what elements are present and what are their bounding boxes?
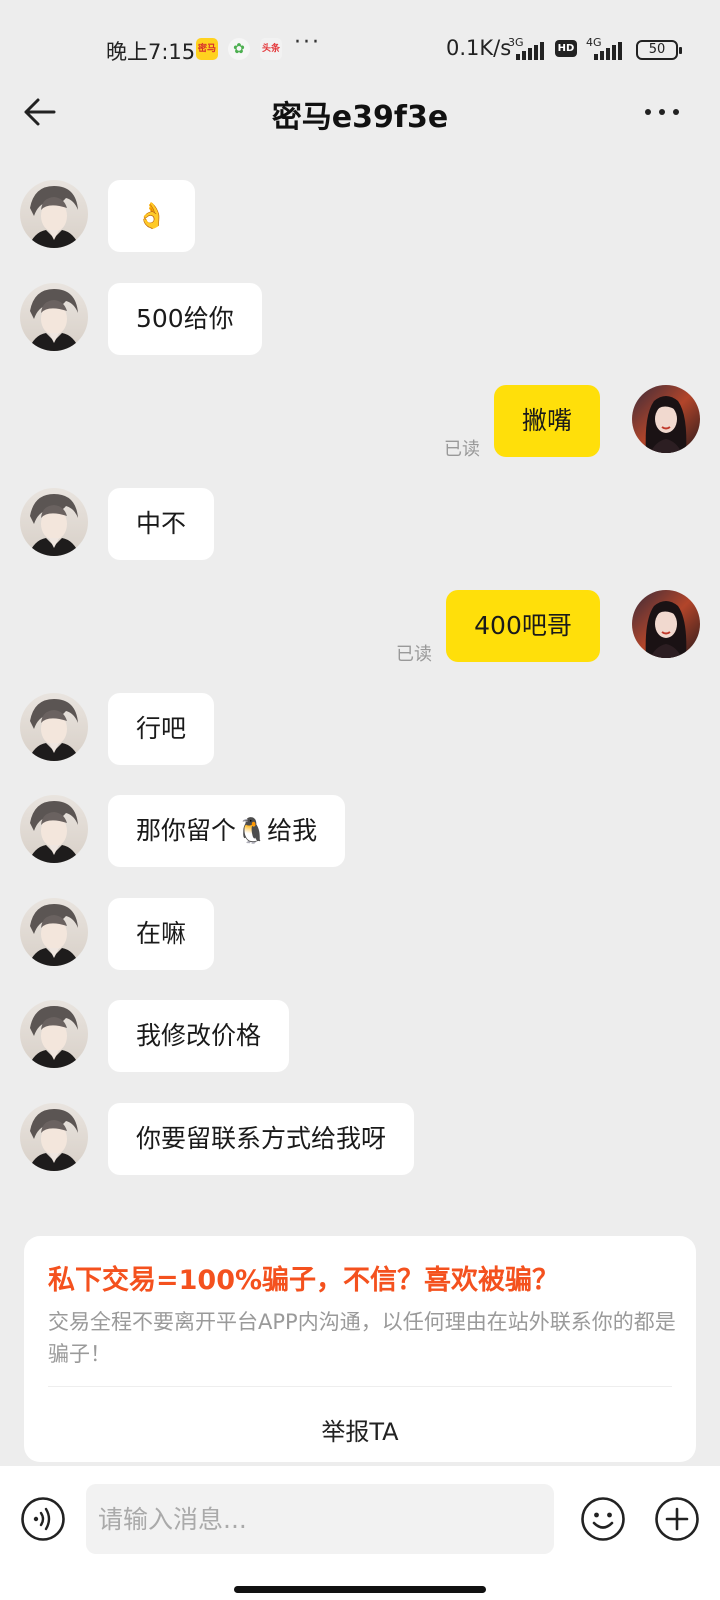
contact-avatar[interactable] [20,693,88,761]
contact-avatar[interactable] [20,898,88,966]
read-receipt: 已读 [396,644,432,665]
message-row: 在嘛 [0,898,720,978]
report-button[interactable]: 举报TA [24,1412,696,1447]
warning-text: 交易全程不要离开平台APP内沟通，以任何理由在站外联系你的都是骗子！ [48,1310,676,1366]
warning-title: 私下交易=100%骗子，不信？喜欢被骗？ [48,1265,560,1296]
contact-avatar[interactable] [20,795,88,863]
message-row: 我修改价格 [0,1000,720,1080]
message-row: 400吧哥 已读 [0,590,720,670]
toutiao-app-notification-icon: 头条 [260,38,282,60]
contact-avatar[interactable] [20,180,88,248]
contact-avatar[interactable] [20,1103,88,1171]
more-notifications-icon: ··· [294,30,321,55]
message-row: 撇嘴 已读 [0,385,720,465]
message-row: 你要留联系方式给我呀 [0,1103,720,1183]
sent-message-bubble[interactable]: 400吧哥 [446,590,600,662]
hd-voice-icon: HD [555,40,577,57]
contact-avatar[interactable] [20,283,88,351]
message-row: 👌 [0,180,720,260]
network-speed: 0.1K/s [446,36,512,60]
home-indicator[interactable] [234,1586,486,1593]
status-time: 晚上7:15 [106,40,196,64]
my-avatar[interactable] [632,590,700,658]
contact-avatar[interactable] [20,1000,88,1068]
message-row: 500给你 [0,283,720,363]
received-message-bubble[interactable]: 你要留联系方式给我呀 [108,1103,415,1175]
mima-app-notification-icon: 密马 [196,38,218,60]
message-input[interactable] [86,1484,554,1554]
my-avatar[interactable] [632,385,700,453]
divider [48,1386,672,1387]
contact-avatar[interactable] [20,488,88,556]
sent-message-bubble[interactable]: 撇嘴 [494,385,600,457]
battery-icon: 50 [636,40,682,60]
plus-icon[interactable] [654,1496,700,1542]
signal-strength-icon [594,42,622,60]
voice-icon[interactable] [20,1496,66,1542]
message-row: 中不 [0,488,720,568]
signal-strength-icon [516,42,544,60]
received-message-bubble[interactable]: 我修改价格 [108,1000,290,1072]
green-app-notification-icon: ✿ [228,38,250,60]
message-row: 行吧 [0,693,720,773]
input-bar [0,1466,720,1600]
emoji-icon[interactable] [580,1496,626,1542]
more-dots-icon[interactable] [642,94,682,130]
received-message-bubble[interactable]: 行吧 [108,693,215,765]
read-receipt: 已读 [444,439,480,460]
anti-fraud-warning-card: 私下交易=100%骗子，不信？喜欢被骗？ 交易全程不要离开平台APP内沟通，以任… [24,1236,696,1462]
received-message-bubble[interactable]: 在嘛 [108,898,215,970]
page-title: 密马e39f3e [271,100,449,135]
received-message-bubble[interactable]: 👌 [108,180,196,252]
message-row: 那你留个🐧给我 [0,795,720,875]
chat-header: 密马e39f3e [0,76,720,148]
received-message-bubble[interactable]: 中不 [108,488,215,560]
received-message-bubble[interactable]: 那你留个🐧给我 [108,795,346,867]
received-message-bubble[interactable]: 500给你 [108,283,262,355]
